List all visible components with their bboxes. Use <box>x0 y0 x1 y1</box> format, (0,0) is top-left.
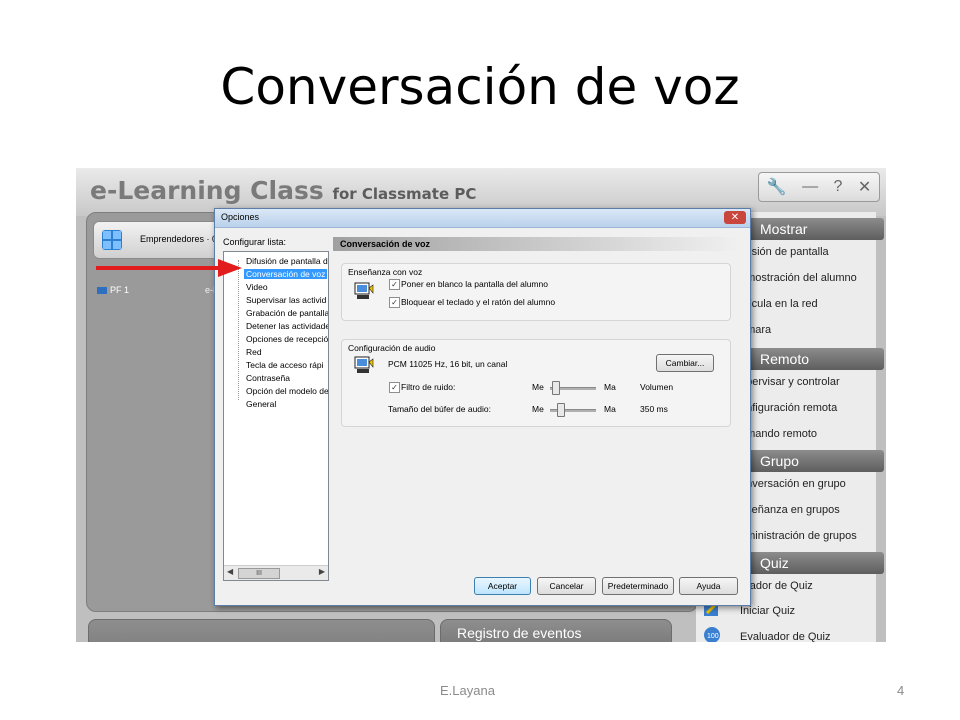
blank-screen-checkbox[interactable]: ✓ <box>389 279 400 290</box>
menu-group-admin[interactable]: dministración de grupos <box>740 530 857 542</box>
tree-item[interactable]: General <box>246 399 276 409</box>
scroll-right-icon[interactable]: ▶ <box>319 567 325 576</box>
tree-item[interactable]: Opción del modelo de <box>246 386 328 396</box>
lock-input-label: Bloquear el teclado y el ratón del alumn… <box>401 297 556 307</box>
close-icon[interactable]: ✕ <box>724 211 746 224</box>
default-button[interactable]: Predeterminado <box>602 577 674 595</box>
section-quiz[interactable]: Quiz <box>746 552 884 574</box>
buffer-min-label: Me <box>532 404 544 414</box>
events-label: Registro de eventos <box>457 625 582 641</box>
tree-item[interactable]: Difusión de pantalla d <box>246 256 328 266</box>
page-number: 4 <box>897 683 905 698</box>
minimize-icon[interactable]: — <box>802 178 818 196</box>
noise-slider-thumb[interactable] <box>552 381 560 395</box>
app-title: e-Learning Class for Classmate PC <box>90 176 476 205</box>
app-title-main: e-Learning Class <box>90 176 324 205</box>
change-audio-button[interactable]: Cambiar... <box>656 354 714 372</box>
section-mostrar[interactable]: Mostrar <box>746 218 884 240</box>
tree-item[interactable]: Supervisar las activid <box>246 295 326 305</box>
events-log-tab[interactable]: Registro de eventos <box>440 619 672 642</box>
tree-item[interactable]: Contraseña <box>246 373 290 383</box>
group-icon <box>102 230 122 250</box>
menu-start-quiz[interactable]: Iniciar Quiz <box>740 605 795 617</box>
tree-horizontal-scrollbar[interactable]: ◀ III ▶ <box>224 565 328 580</box>
accept-button[interactable]: Aceptar <box>474 577 531 595</box>
quiz-evaluator-icon: 100 <box>704 627 720 642</box>
close-icon[interactable]: ✕ <box>858 177 871 197</box>
menu-group-teaching[interactable]: nseñanza en grupos <box>740 504 840 516</box>
menu-quiz-evaluator[interactable]: Evaluador de Quiz <box>740 631 831 642</box>
pc-speaker-icon <box>354 356 374 373</box>
tree-line <box>238 260 239 400</box>
teaching-groupbox-title: Enseñanza con voz <box>348 267 423 277</box>
options-dialog: Opciones ✕ Configurar lista: Difusión de… <box>214 208 751 606</box>
menu-remote-settings[interactable]: onfiguración remota <box>740 402 837 414</box>
group-name: Emprendedores · 0 <box>140 234 218 244</box>
audio-groupbox-title: Configuración de audio <box>348 343 436 353</box>
app-screenshot: e-Learning Class for Classmate PC 🔧 — ? … <box>76 168 886 642</box>
audio-groupbox: Configuración de audio PCM 11025 Hz, 16 … <box>341 339 731 427</box>
app-title-sub: for Classmate PC <box>332 185 477 203</box>
tree-item[interactable]: Tecla de acceso rápi <box>246 360 324 370</box>
tree-item[interactable]: Video <box>246 282 268 292</box>
tree-item[interactable]: Detener las actividade <box>246 321 328 331</box>
pc-list-item[interactable]: PF 1 <box>97 285 129 295</box>
pc-name: PF 1 <box>110 285 130 295</box>
options-content: Conversación de voz Enseñanza con voz ✓ … <box>333 237 739 575</box>
pc-speaker-icon <box>354 282 374 299</box>
section-grupo[interactable]: Grupo <box>746 450 884 472</box>
help-icon[interactable]: ? <box>834 178 843 196</box>
bottom-panel <box>88 619 435 642</box>
menu-student-demo[interactable]: emostración del alumno <box>740 272 857 284</box>
cancel-button[interactable]: Cancelar <box>537 577 596 595</box>
menu-monitor-control[interactable]: upervisar y controlar <box>740 376 840 388</box>
menu-group-chat[interactable]: onversación en grupo <box>740 478 846 490</box>
lock-input-checkbox[interactable]: ✓ <box>389 297 400 308</box>
group-selector[interactable]: Emprendedores · 0 <box>93 221 225 259</box>
monitor-icon <box>97 287 107 295</box>
buffer-max-label: Ma <box>604 404 616 414</box>
scroll-thumb[interactable]: III <box>238 568 280 579</box>
scroll-left-icon[interactable]: ◀ <box>227 567 233 576</box>
noise-filter-label: Filtro de ruido: <box>401 382 456 392</box>
noise-value: Volumen <box>640 382 674 392</box>
tree-item[interactable]: Red <box>246 347 262 357</box>
red-arrow-icon <box>96 259 242 277</box>
noise-filter-checkbox[interactable]: ✓ <box>389 382 400 393</box>
pc-list: PF 1 e-L <box>93 263 223 603</box>
menu-remote-command[interactable]: omando remoto <box>740 428 817 440</box>
noise-max-label: Ma <box>604 382 616 392</box>
buffer-value: 350 ms <box>640 404 668 414</box>
tree-item-selected[interactable]: Conversación de voz <box>244 269 328 279</box>
footer-author: E.Layana <box>440 683 495 698</box>
noise-min-label: Me <box>532 382 544 392</box>
window-controls: 🔧 — ? ✕ <box>758 172 880 202</box>
buffer-slider-thumb[interactable] <box>557 403 565 417</box>
dialog-title: Opciones <box>221 212 260 222</box>
dialog-titlebar[interactable]: Opciones ✕ <box>215 209 750 228</box>
blank-screen-label: Poner en blanco la pantalla del alumno <box>401 279 548 289</box>
tree-item[interactable]: Opciones de recepció <box>246 334 328 344</box>
svg-text:100: 100 <box>707 633 719 640</box>
section-remoto[interactable]: Remoto <box>746 348 884 370</box>
audio-format: PCM 11025 Hz, 16 bit, un canal <box>388 359 508 369</box>
config-list-label: Configurar lista: <box>223 237 287 247</box>
teaching-groupbox: Enseñanza con voz ✓ Poner en blanco la p… <box>341 263 731 321</box>
menu-screen-broadcast[interactable]: ifusión de pantalla <box>740 246 829 258</box>
wrench-icon[interactable]: 🔧 <box>767 177 787 197</box>
slide-title: Conversación de voz <box>220 58 740 116</box>
content-header: Conversación de voz <box>333 237 739 251</box>
menu-network-movie[interactable]: elícula en la red <box>740 298 818 310</box>
tree-item[interactable]: Grabación de pantalla <box>246 308 328 318</box>
buffer-size-label: Tamaño del búfer de audio: <box>388 404 492 414</box>
help-button[interactable]: Ayuda <box>679 577 738 595</box>
options-tree: Difusión de pantalla d Conversación de v… <box>223 251 329 581</box>
